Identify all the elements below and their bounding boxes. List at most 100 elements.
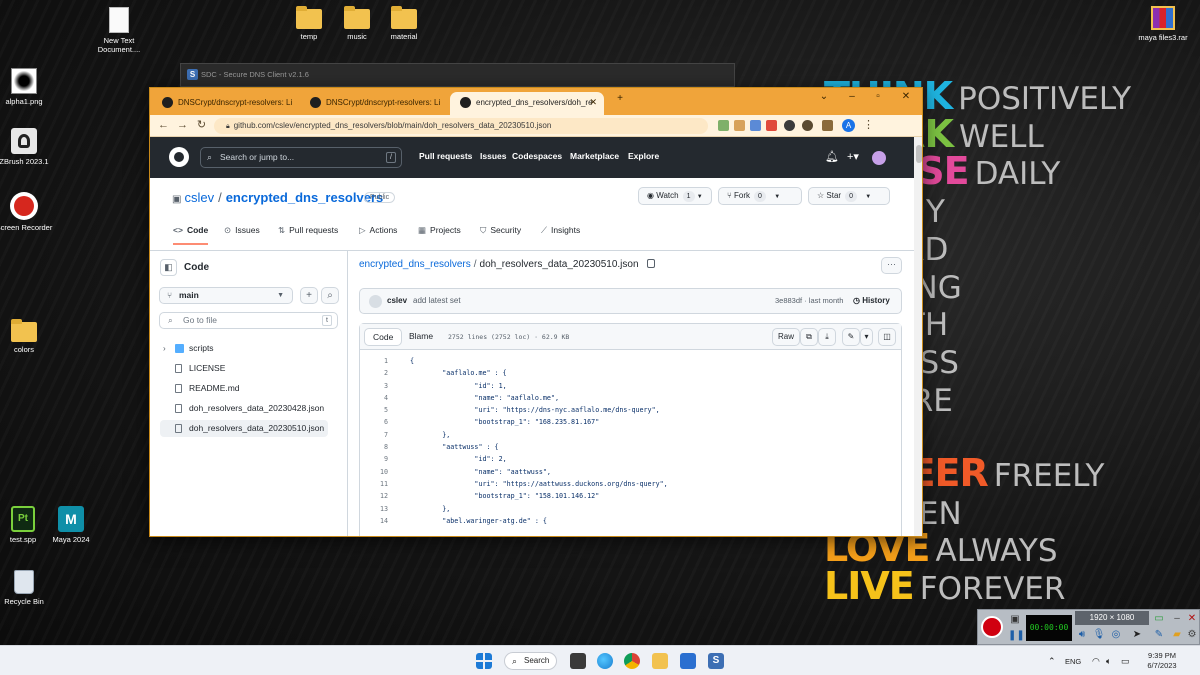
line-number[interactable]: 1	[360, 355, 388, 367]
sdc-taskbar-icon[interactable]: S	[708, 653, 724, 669]
sidebar-collapse-icon[interactable]: ◧	[160, 259, 177, 276]
extension-icon[interactable]	[718, 120, 729, 131]
volume-icon[interactable]: 🔈︎	[1106, 656, 1111, 667]
desktop-icon-recycle-bin[interactable]: Recycle Bin	[0, 570, 57, 606]
microphone-icon[interactable]: 🎙︎	[1092, 628, 1106, 642]
side-panel-icon[interactable]	[822, 120, 833, 131]
author-avatar[interactable]	[369, 295, 382, 308]
repo-name-link[interactable]: encrypted_dns_resolvers	[226, 190, 384, 205]
line-number[interactable]: 6	[360, 416, 388, 428]
tree-item-json-20230510[interactable]: doh_resolvers_data_20230510.json	[160, 420, 328, 437]
repo-tab-security[interactable]: ⛉ Security	[480, 225, 521, 244]
edge-browser-icon[interactable]	[597, 653, 613, 669]
user-avatar[interactable]	[872, 151, 886, 165]
github-search-input[interactable]: ⌕ Search or jump to... /	[200, 147, 402, 168]
taskbar-clock[interactable]: 9:39 PM 6/7/2023	[1140, 651, 1184, 671]
close-tab-icon[interactable]: ✕	[589, 97, 597, 108]
search-files-button[interactable]: ⌕	[321, 287, 339, 304]
tree-item-license[interactable]: LICENSE	[160, 360, 328, 377]
nav-marketplace[interactable]: Marketplace	[570, 151, 619, 161]
notification-bell-icon[interactable]: 🔔︎	[825, 150, 839, 163]
record-button[interactable]	[981, 616, 1003, 638]
profile-avatar[interactable]: A	[842, 119, 855, 132]
repo-tab-actions[interactable]: ▷ Actions	[359, 225, 397, 244]
nav-codespaces[interactable]: Codespaces	[512, 151, 562, 161]
minimize-icon[interactable]: –	[840, 91, 864, 102]
browser-window[interactable]: DNSCrypt/dnscrypt-resolvers: Li DNSCrypt…	[149, 87, 923, 537]
folder-icon[interactable]: ▰	[1170, 628, 1184, 642]
line-number[interactable]: 2	[360, 367, 388, 379]
star-button[interactable]: ☆ Star 0 ▼	[808, 187, 890, 205]
copy-path-icon[interactable]	[646, 259, 655, 268]
branch-selector[interactable]: ⑂ main ▼	[159, 287, 293, 304]
back-icon[interactable]: ←	[156, 118, 171, 133]
browser-tab-2[interactable]: DNSCrypt/dnscrypt-resolvers: Li	[300, 92, 446, 115]
maximize-icon[interactable]: ▫	[866, 91, 890, 102]
desktop-icon-alpha-png[interactable]: alpha1.png	[0, 68, 57, 106]
microsoft-store-icon[interactable]	[680, 653, 696, 669]
repo-tab-insights[interactable]: ⟋ Insights	[541, 225, 580, 244]
tree-item-scripts[interactable]: › scripts	[160, 340, 328, 357]
repo-tab-pull-requests[interactable]: ⇅ Pull requests	[278, 225, 338, 244]
raw-button[interactable]: Raw	[772, 328, 800, 346]
desktop-icon-maya[interactable]: M Maya 2024	[38, 506, 104, 544]
chrome-browser-icon[interactable]	[624, 653, 640, 669]
line-number[interactable]: 14	[360, 515, 388, 527]
commit-meta[interactable]: 3e883df · last month	[775, 296, 843, 305]
extension-icon[interactable]	[750, 120, 761, 131]
gear-icon[interactable]: ⚙︎	[1185, 628, 1199, 642]
start-windows-icon[interactable]	[476, 653, 492, 669]
line-number[interactable]: 5	[360, 404, 388, 416]
create-new-icon[interactable]: +▾	[847, 150, 859, 163]
speaker-icon[interactable]: 🔊︎	[1075, 628, 1089, 642]
line-number[interactable]: 9	[360, 453, 388, 465]
commit-author[interactable]: cslev	[387, 296, 407, 305]
desktop-icon-material[interactable]: material	[371, 6, 437, 41]
desktop-icon-colors[interactable]: colors	[0, 319, 57, 354]
history-button[interactable]: ◷ History	[853, 296, 890, 305]
desktop-icon-zbrush[interactable]: ZBrush 2023.1	[0, 128, 57, 166]
desktop-icon-maya-files-rar[interactable]: maya files3.rar	[1130, 6, 1196, 42]
line-number[interactable]: 8	[360, 441, 388, 453]
watch-button[interactable]: ◉ Watch 1 ▼	[638, 187, 712, 205]
sdc-background-window[interactable]: S SDC - Secure DNS Client v2.1.6	[180, 63, 735, 87]
tab-search-icon[interactable]: ⌄	[812, 91, 836, 102]
symbols-panel-icon[interactable]: ◫	[878, 328, 896, 346]
extension-icon[interactable]	[734, 120, 745, 131]
repo-tab-code[interactable]: <> Code	[173, 225, 209, 245]
repo-tab-issues[interactable]: ⊙ Issues	[224, 225, 260, 244]
chevron-down-icon[interactable]: ▾	[860, 328, 873, 346]
go-to-file-input[interactable]: ⌕ Go to file t	[159, 312, 338, 329]
forward-icon[interactable]: →	[175, 118, 190, 133]
window-mode-icon[interactable]: ▭	[1152, 612, 1166, 626]
nav-issues[interactable]: Issues	[480, 151, 506, 161]
minimize-widget-icon[interactable]: –	[1170, 612, 1184, 626]
tray-overflow-chevron-icon[interactable]: ⌃	[1048, 656, 1056, 667]
more-options-icon[interactable]: ···	[881, 257, 902, 274]
wifi-icon[interactable]: ◠	[1092, 656, 1100, 667]
extension-icon[interactable]	[784, 120, 795, 131]
browser-tab-active[interactable]: encrypted_dns_resolvers/doh_re ✕	[450, 92, 604, 115]
menu-kebab-icon[interactable]: ⋮	[861, 118, 876, 133]
copy-raw-icon[interactable]: ⧉	[800, 328, 818, 346]
pen-icon[interactable]: ✎	[1152, 628, 1166, 642]
line-number[interactable]: 7	[360, 429, 388, 441]
github-logo-icon[interactable]	[169, 147, 189, 167]
address-bar[interactable]: 🔒︎ github.com/cslev/encrypted_dns_resolve…	[214, 118, 708, 134]
commit-message[interactable]: add latest set	[413, 296, 461, 305]
webcam-icon[interactable]: ◎	[1109, 628, 1123, 642]
taskbar-search[interactable]: ⌕ Search	[504, 652, 557, 670]
close-widget-icon[interactable]: ✕	[1185, 612, 1199, 626]
download-icon[interactable]: ⤓	[818, 328, 836, 346]
breadcrumb-repo-link[interactable]: encrypted_dns_resolvers	[359, 259, 471, 270]
extensions-puzzle-icon[interactable]	[802, 120, 813, 131]
nav-explore[interactable]: Explore	[628, 151, 659, 161]
cursor-icon[interactable]: ➤	[1130, 628, 1144, 642]
extension-icon[interactable]	[766, 120, 777, 131]
camera-icon[interactable]: ▣	[1008, 613, 1022, 627]
input-language[interactable]: ENG	[1065, 657, 1081, 666]
pause-icon[interactable]: ❚❚	[1008, 629, 1025, 643]
repo-owner-link[interactable]: cslev	[184, 190, 214, 205]
new-tab-icon[interactable]: +	[608, 93, 632, 104]
blame-view-tab[interactable]: Blame	[401, 328, 441, 346]
